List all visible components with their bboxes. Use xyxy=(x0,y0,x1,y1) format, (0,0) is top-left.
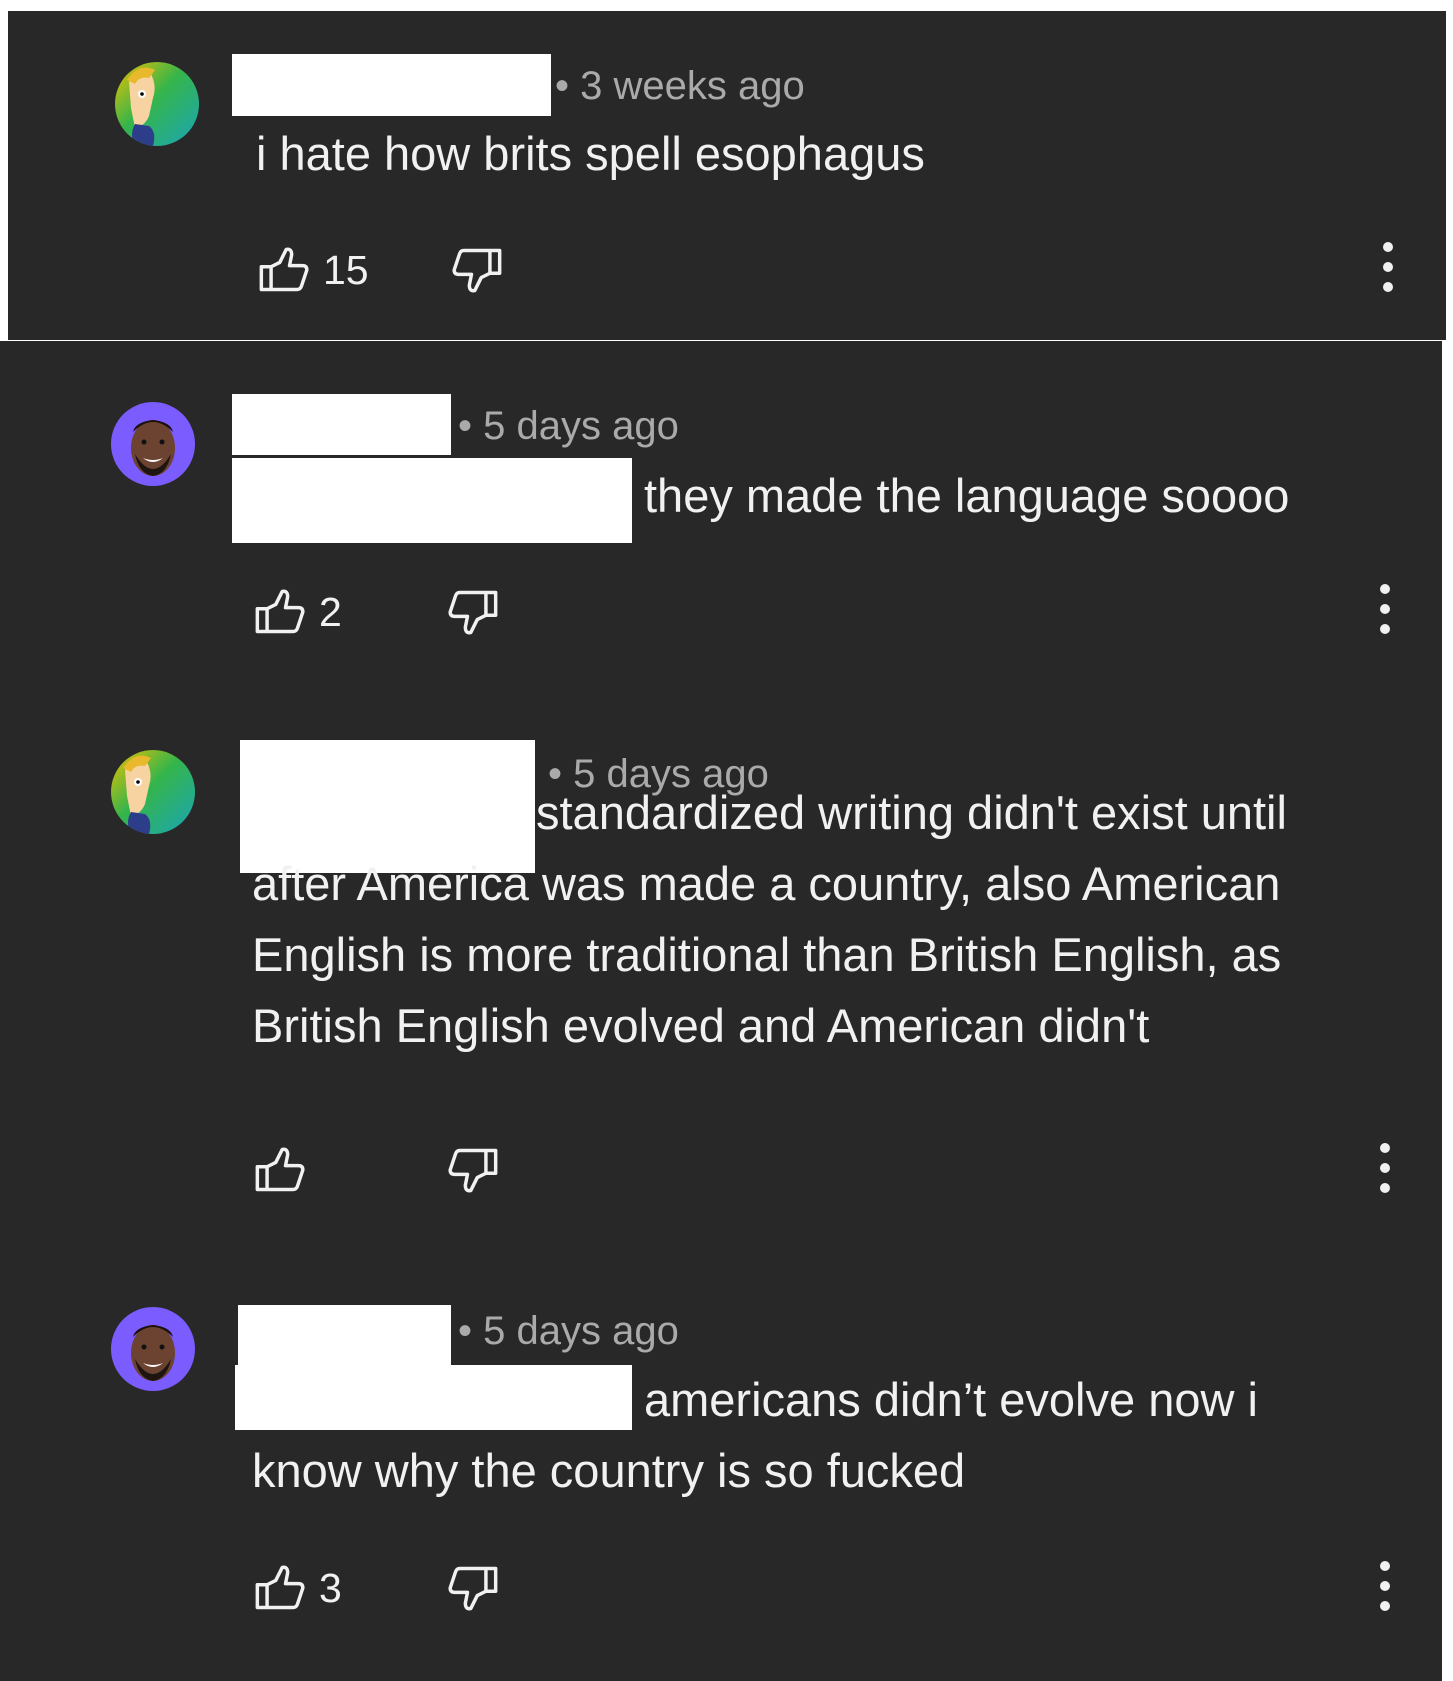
comment-timestamp: • 3 weeks ago xyxy=(555,64,805,108)
thumbs-up-icon xyxy=(253,1562,305,1614)
dislike-button[interactable] xyxy=(452,244,504,296)
like-button[interactable]: 3 xyxy=(253,1562,342,1614)
redacted-username xyxy=(232,54,551,116)
comment-text-line: after America was made a country, also A… xyxy=(252,857,1281,910)
comment-text-line: English is more traditional than British… xyxy=(252,928,1282,981)
comment-text-line: americans didn’t evolve now i xyxy=(644,1373,1258,1426)
thumbs-up-icon xyxy=(253,1144,305,1196)
smiling-man-avatar-icon[interactable] xyxy=(111,1307,195,1391)
more-options-button[interactable] xyxy=(1370,1558,1400,1614)
redacted-username xyxy=(238,1305,451,1365)
more-options-button[interactable] xyxy=(1373,239,1403,295)
more-options-button[interactable] xyxy=(1370,581,1400,637)
more-vert-icon xyxy=(1373,239,1403,295)
comment-timestamp: • 5 days ago xyxy=(458,1309,679,1353)
comment-text-line: British English evolved and American did… xyxy=(252,999,1150,1052)
dislike-button[interactable] xyxy=(448,586,500,638)
cartoon-character-avatar-icon[interactable] xyxy=(111,750,195,834)
more-options-button[interactable] xyxy=(1370,1140,1400,1196)
thumbs-down-icon xyxy=(452,244,504,296)
like-count: 2 xyxy=(319,589,342,635)
more-vert-icon xyxy=(1370,1558,1400,1614)
comment-text-line: i hate how brits spell esophagus xyxy=(256,127,925,180)
dislike-button[interactable] xyxy=(448,1562,500,1614)
thumbs-up-icon xyxy=(257,244,309,296)
comment-text-line: they made the language soooo xyxy=(644,469,1290,522)
comment-text-line: know why the country is so fucked xyxy=(252,1444,966,1497)
cartoon-character-avatar-icon[interactable] xyxy=(115,62,199,146)
like-count: 15 xyxy=(323,247,369,293)
comment-timestamp: • 5 days ago xyxy=(458,404,679,448)
thumbs-down-icon xyxy=(448,1144,500,1196)
redacted-mention xyxy=(235,1365,632,1430)
redacted-mention xyxy=(232,458,632,543)
thumbs-up-icon xyxy=(253,586,305,638)
dislike-button[interactable] xyxy=(448,1144,500,1196)
like-button[interactable] xyxy=(253,1144,305,1196)
like-button[interactable]: 15 xyxy=(257,244,369,296)
more-vert-icon xyxy=(1370,1140,1400,1196)
like-count: 3 xyxy=(319,1565,342,1611)
more-vert-icon xyxy=(1370,581,1400,637)
thumbs-down-icon xyxy=(448,1562,500,1614)
smiling-man-avatar-icon[interactable] xyxy=(111,402,195,486)
comment-text-line: standardized writing didn't exist until xyxy=(536,786,1287,839)
redacted-username xyxy=(232,394,451,455)
thumbs-down-icon xyxy=(448,586,500,638)
like-button[interactable]: 2 xyxy=(253,586,342,638)
